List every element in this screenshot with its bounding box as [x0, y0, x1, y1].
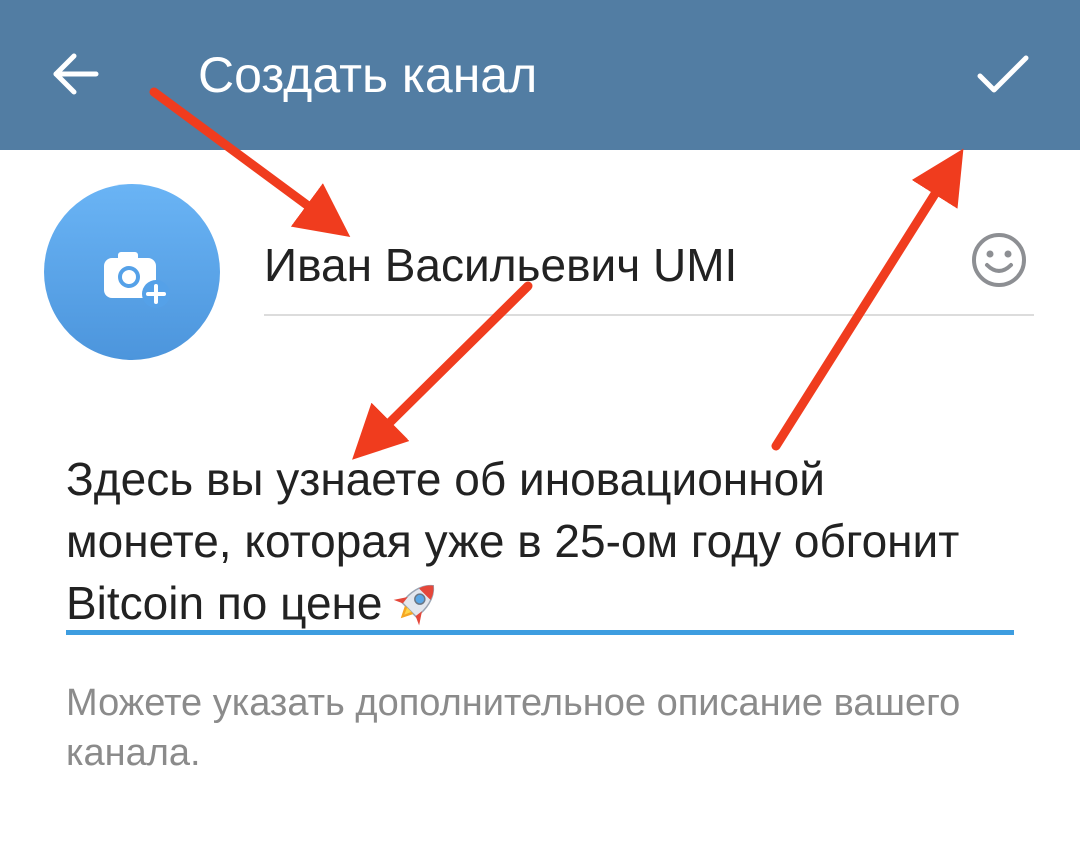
camera-add-icon	[104, 252, 170, 308]
arrow-left-icon	[53, 53, 99, 95]
description-hint: Можете указать дополнительное описание в…	[66, 682, 961, 774]
app-bar: Создать канал	[0, 0, 1080, 150]
rocket-emoji	[393, 584, 434, 626]
name-underline	[264, 314, 1034, 316]
description-text: Здесь вы узнаете об иновационной монете,…	[66, 453, 960, 629]
channel-name-input[interactable]: Иван Васильевич UMI	[264, 230, 944, 300]
checkmark-icon	[977, 55, 1029, 93]
confirm-button[interactable]	[968, 42, 1036, 106]
annotation-arrow-to-description	[352, 281, 533, 460]
description-underline-active	[66, 630, 1014, 635]
smiley-icon	[972, 233, 1026, 287]
page-title: Создать канал	[198, 47, 538, 103]
channel-description-input[interactable]: Здесь вы узнаете об иновационной монете,…	[66, 448, 986, 634]
emoji-button[interactable]	[970, 231, 1028, 289]
back-button[interactable]	[44, 42, 108, 106]
annotation-arrow-to-confirm	[771, 148, 964, 451]
